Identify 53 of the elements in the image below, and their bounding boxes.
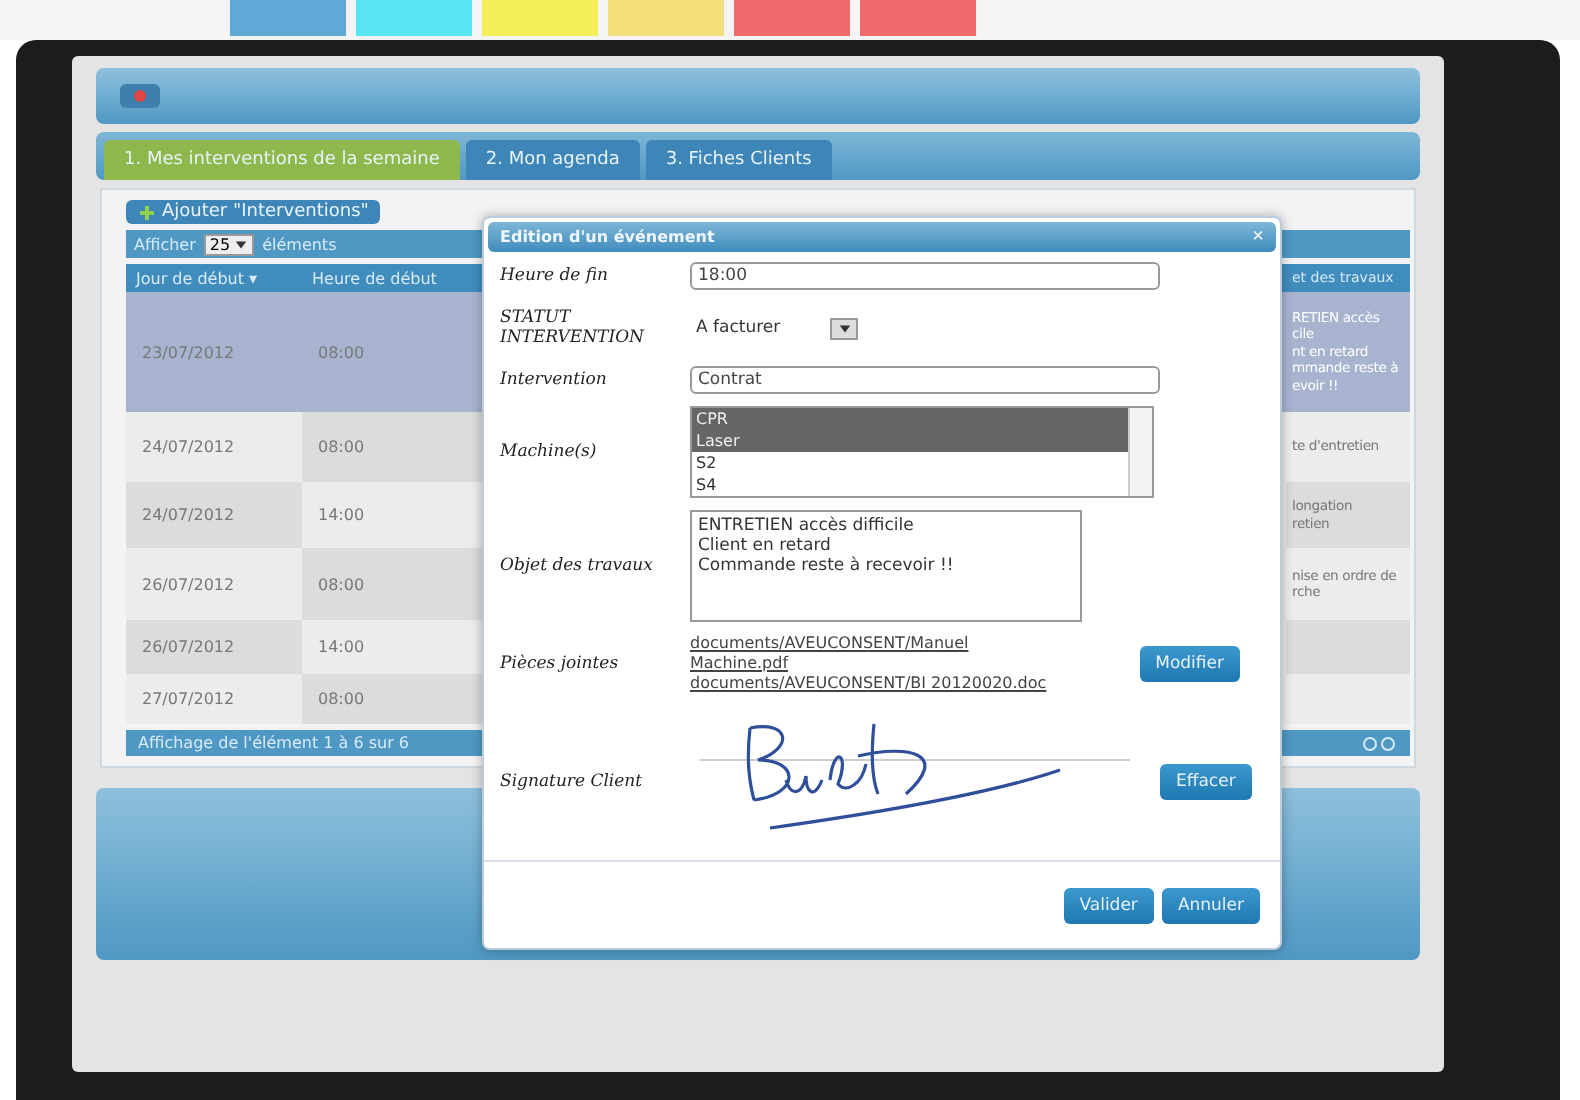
column-title: Jour de début [136,269,244,287]
validate-button[interactable]: Valider [1063,887,1154,924]
column-header[interactable]: Jour de début ▾ [126,264,302,292]
table-cell: 24/07/2012 [126,412,302,482]
status-select[interactable]: A facturer [690,314,858,343]
close-button[interactable]: × [1252,226,1264,249]
machine-list[interactable]: CPR Laser S2 S4 [690,406,1154,499]
table-cell: 26/07/2012 [126,548,302,620]
table-cell: 08:00 [302,292,482,412]
pagination-icon[interactable] [1362,735,1398,751]
column-header[interactable]: Heure de début [302,264,482,292]
list-option[interactable]: CPR [692,408,1128,431]
caret-icon [234,237,249,252]
field-label: Objet des travaux [500,556,655,577]
table-cell: 08:00 [302,548,482,620]
caret-icon [837,321,851,336]
dialog-title: Edition d'un événement [500,228,715,247]
list-option[interactable]: S4 [692,474,721,497]
tab[interactable]: 2. Mon agenda [465,140,640,180]
table-cell: 24/07/2012 [126,482,302,548]
field-label: Heure de fin [500,266,611,287]
tab[interactable]: 3. Fiches Clients [645,140,832,180]
field-label: Signature Client [500,772,645,793]
table-cell: 23/07/2012 [126,292,302,412]
clear-button[interactable]: Effacer [1160,764,1252,801]
table-cell [1286,620,1410,674]
text-input[interactable]: 18:00 [690,262,1160,291]
text-input[interactable]: Contrat [690,366,1160,395]
table-cell: 14:00 [302,620,482,674]
table-cell: 14:00 [302,482,482,548]
field-label: Intervention [500,370,609,391]
modify-button[interactable]: Modifier [1139,645,1240,682]
table-cell [1286,674,1410,724]
table-cell: 08:00 [302,412,482,482]
add-button[interactable]: Ajouter "Interventions" [126,200,381,225]
table-cell: 26/07/2012 [126,620,302,674]
home-button[interactable] [120,84,160,108]
table-cell: 27/07/2012 [126,674,302,724]
show-label: Afficher [134,235,196,254]
field-label: Machine(s) [500,442,599,463]
sort-icon: ▾ [249,269,258,287]
plus-icon [138,203,156,222]
list-option[interactable]: Laser [692,430,1128,453]
textarea-field[interactable]: ENTRETIEN accès difficile Client en retard Commande reste à recevoir !! [690,510,1082,623]
page-size-select[interactable]: 25 [203,233,255,256]
table-info: Affichage de l'élément 1 à 6 sur 6 [138,734,409,752]
field-label: Pièces jointes [500,653,621,674]
list-option[interactable]: S2 [692,452,721,475]
file-link[interactable]: documents/AVEUCONSENT/BI 20120020.doc [690,673,1070,693]
field-label: STATUT INTERVENTION [500,308,647,349]
cancel-button[interactable]: Annuler [1161,887,1260,924]
items-label: éléments [262,235,337,254]
table-cell: 08:00 [302,674,482,724]
